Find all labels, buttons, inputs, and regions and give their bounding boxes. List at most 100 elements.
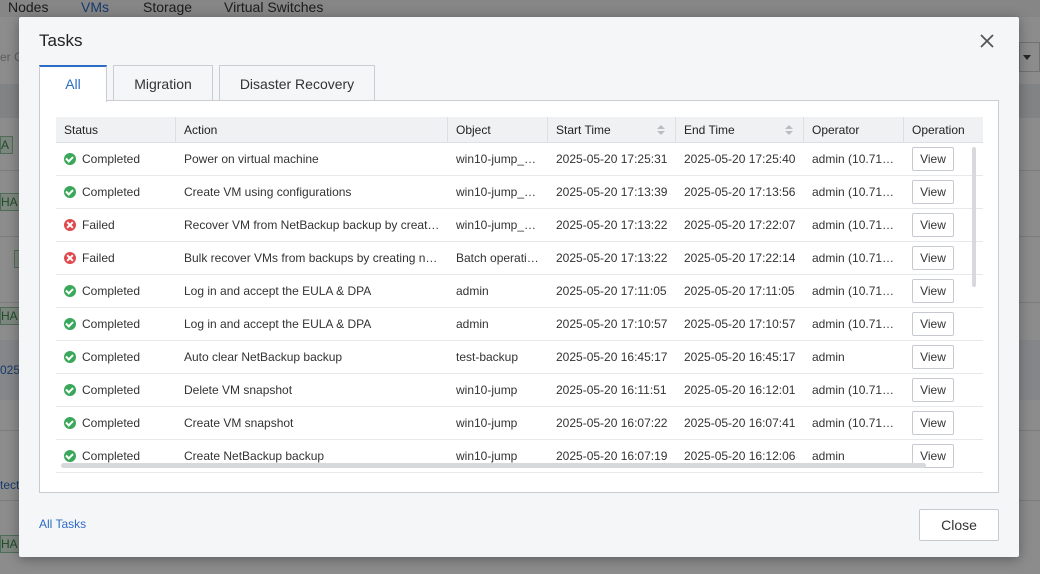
- cell-operator: admin: [812, 350, 845, 364]
- dialog-title: Tasks: [39, 31, 83, 50]
- cell-end: 2025-05-20 16:45:17: [684, 350, 796, 364]
- status-text: Completed: [82, 416, 141, 430]
- cell-action: Recover VM from NetBackup backup by crea…: [184, 218, 440, 232]
- close-icon[interactable]: [977, 31, 997, 51]
- cell-action: Log in and accept the EULA & DPA: [184, 284, 372, 298]
- vertical-scrollbar[interactable]: [972, 147, 976, 287]
- horizontal-scrollbar[interactable]: [61, 463, 926, 468]
- cell-end: 2025-05-20 17:13:56: [684, 185, 796, 199]
- error-circle-icon: [64, 219, 76, 231]
- sort-icon[interactable]: [785, 125, 793, 136]
- cell-status: Completed: [56, 407, 176, 439]
- cell-action: Log in and accept the EULA & DPA: [184, 317, 372, 331]
- cell-status: Completed: [56, 308, 176, 340]
- cell-end: 2025-05-20 17:25:40: [684, 152, 796, 166]
- cell-operator: admin (10.71…: [812, 284, 895, 298]
- cell-start: 2025-05-20 16:07:22: [556, 416, 668, 430]
- cell-operator: admin (10.71…: [812, 416, 895, 430]
- cell-object: Batch operati…: [456, 251, 539, 265]
- view-button[interactable]: View: [912, 147, 954, 171]
- status-text: Failed: [82, 251, 115, 265]
- view-button[interactable]: View: [912, 279, 954, 303]
- close-button[interactable]: Close: [919, 509, 999, 541]
- tasks-table: Status Action Object Start Time End Time…: [56, 117, 983, 473]
- cell-object: admin: [456, 284, 489, 298]
- view-button[interactable]: View: [912, 246, 954, 270]
- col-end-time[interactable]: End Time: [676, 117, 804, 143]
- cell-operator: admin (10.71…: [812, 218, 895, 232]
- cell-status: Completed: [56, 176, 176, 208]
- col-start-time[interactable]: Start Time: [548, 117, 676, 143]
- cell-object: admin: [456, 317, 489, 331]
- cell-start: 2025-05-20 17:13:22: [556, 218, 668, 232]
- cell-object: win10-jump: [456, 383, 518, 397]
- cell-action: Bulk recover VMs from backups by creatin…: [184, 251, 438, 265]
- check-circle-icon: [64, 351, 76, 363]
- status-text: Completed: [82, 317, 141, 331]
- cell-status: Completed: [56, 341, 176, 373]
- view-button[interactable]: View: [912, 378, 954, 402]
- col-status: Status: [56, 117, 176, 143]
- tab-disaster-recovery[interactable]: Disaster Recovery: [219, 65, 375, 101]
- cell-start: 2025-05-20 17:11:05: [556, 284, 667, 298]
- view-button[interactable]: View: [912, 411, 954, 435]
- sort-icon[interactable]: [657, 125, 665, 136]
- cell-action: Auto clear NetBackup backup: [184, 350, 343, 364]
- table-header: Status Action Object Start Time End Time…: [56, 117, 983, 143]
- cell-operator: admin (10.71…: [812, 152, 895, 166]
- cell-status: Failed: [56, 242, 176, 274]
- cell-start: 2025-05-20 17:10:57: [556, 317, 668, 331]
- cell-start: 2025-05-20 17:13:39: [556, 185, 668, 199]
- cell-operator: admin (10.71…: [812, 185, 895, 199]
- cell-start: 2025-05-20 17:13:22: [556, 251, 668, 265]
- status-text: Completed: [82, 383, 141, 397]
- check-circle-icon: [64, 417, 76, 429]
- col-object: Object: [448, 117, 548, 143]
- cell-operator: admin (10.71…: [812, 383, 895, 397]
- tasks-dialog: Tasks All Migration Disaster Recovery St…: [19, 17, 1019, 557]
- cell-status: Failed: [56, 209, 176, 241]
- table-body: Completed Power on virtual machine win10-j…: [56, 143, 983, 473]
- view-button[interactable]: View: [912, 345, 954, 369]
- table-row: Completed Create VM snapshot win10-jump 202…: [56, 407, 983, 440]
- cell-start: 2025-05-20 16:45:17: [556, 350, 668, 364]
- cell-object: test-backup: [456, 350, 519, 364]
- all-tasks-link[interactable]: All Tasks: [39, 517, 86, 531]
- check-circle-icon: [64, 186, 76, 198]
- view-button[interactable]: View: [912, 180, 954, 204]
- tab-migration[interactable]: Migration: [113, 65, 213, 101]
- status-text: Completed: [82, 350, 141, 364]
- view-button[interactable]: View: [912, 312, 954, 336]
- tab-all[interactable]: All: [39, 65, 107, 102]
- cell-operator: admin (10.71…: [812, 251, 895, 265]
- col-action: Action: [176, 117, 448, 143]
- cell-start: 2025-05-20 16:11:51: [556, 383, 667, 397]
- cell-end: 2025-05-20 17:11:05: [684, 284, 795, 298]
- table-row: Completed Log in and accept the EULA & DP…: [56, 308, 983, 341]
- table-row: Failed Recover VM from NetBackup backup b…: [56, 209, 983, 242]
- cell-status: Completed: [56, 275, 176, 307]
- cell-object: win10-jump: [456, 416, 518, 430]
- table-row: Completed Power on virtual machine win10-j…: [56, 143, 983, 176]
- cell-end: 2025-05-20 17:10:57: [684, 317, 796, 331]
- cell-action: Delete VM snapshot: [184, 383, 293, 397]
- col-operation: Operation: [912, 123, 965, 137]
- cell-start: 2025-05-20 17:25:31: [556, 152, 668, 166]
- cell-end: 2025-05-20 17:22:07: [684, 218, 796, 232]
- status-text: Completed: [82, 152, 141, 166]
- cell-object: win10-jump_…: [456, 152, 537, 166]
- cell-action: Create VM snapshot: [184, 416, 294, 430]
- view-button[interactable]: View: [912, 213, 954, 237]
- cell-status: Completed: [56, 374, 176, 406]
- check-circle-icon: [64, 384, 76, 396]
- table-row: Completed Log in and accept the EULA & DP…: [56, 275, 983, 308]
- check-circle-icon: [64, 153, 76, 165]
- cell-object: win10-jump_…: [456, 185, 537, 199]
- status-text: Completed: [82, 284, 141, 298]
- check-circle-icon: [64, 450, 76, 462]
- table-row: Completed Create VM using configurations w…: [56, 176, 983, 209]
- status-text: Completed: [82, 185, 141, 199]
- tab-panel: Status Action Object Start Time End Time…: [39, 100, 999, 493]
- table-row: Completed Auto clear NetBackup backup test…: [56, 341, 983, 374]
- table-row: Failed Bulk recover VMs from backups by c…: [56, 242, 983, 275]
